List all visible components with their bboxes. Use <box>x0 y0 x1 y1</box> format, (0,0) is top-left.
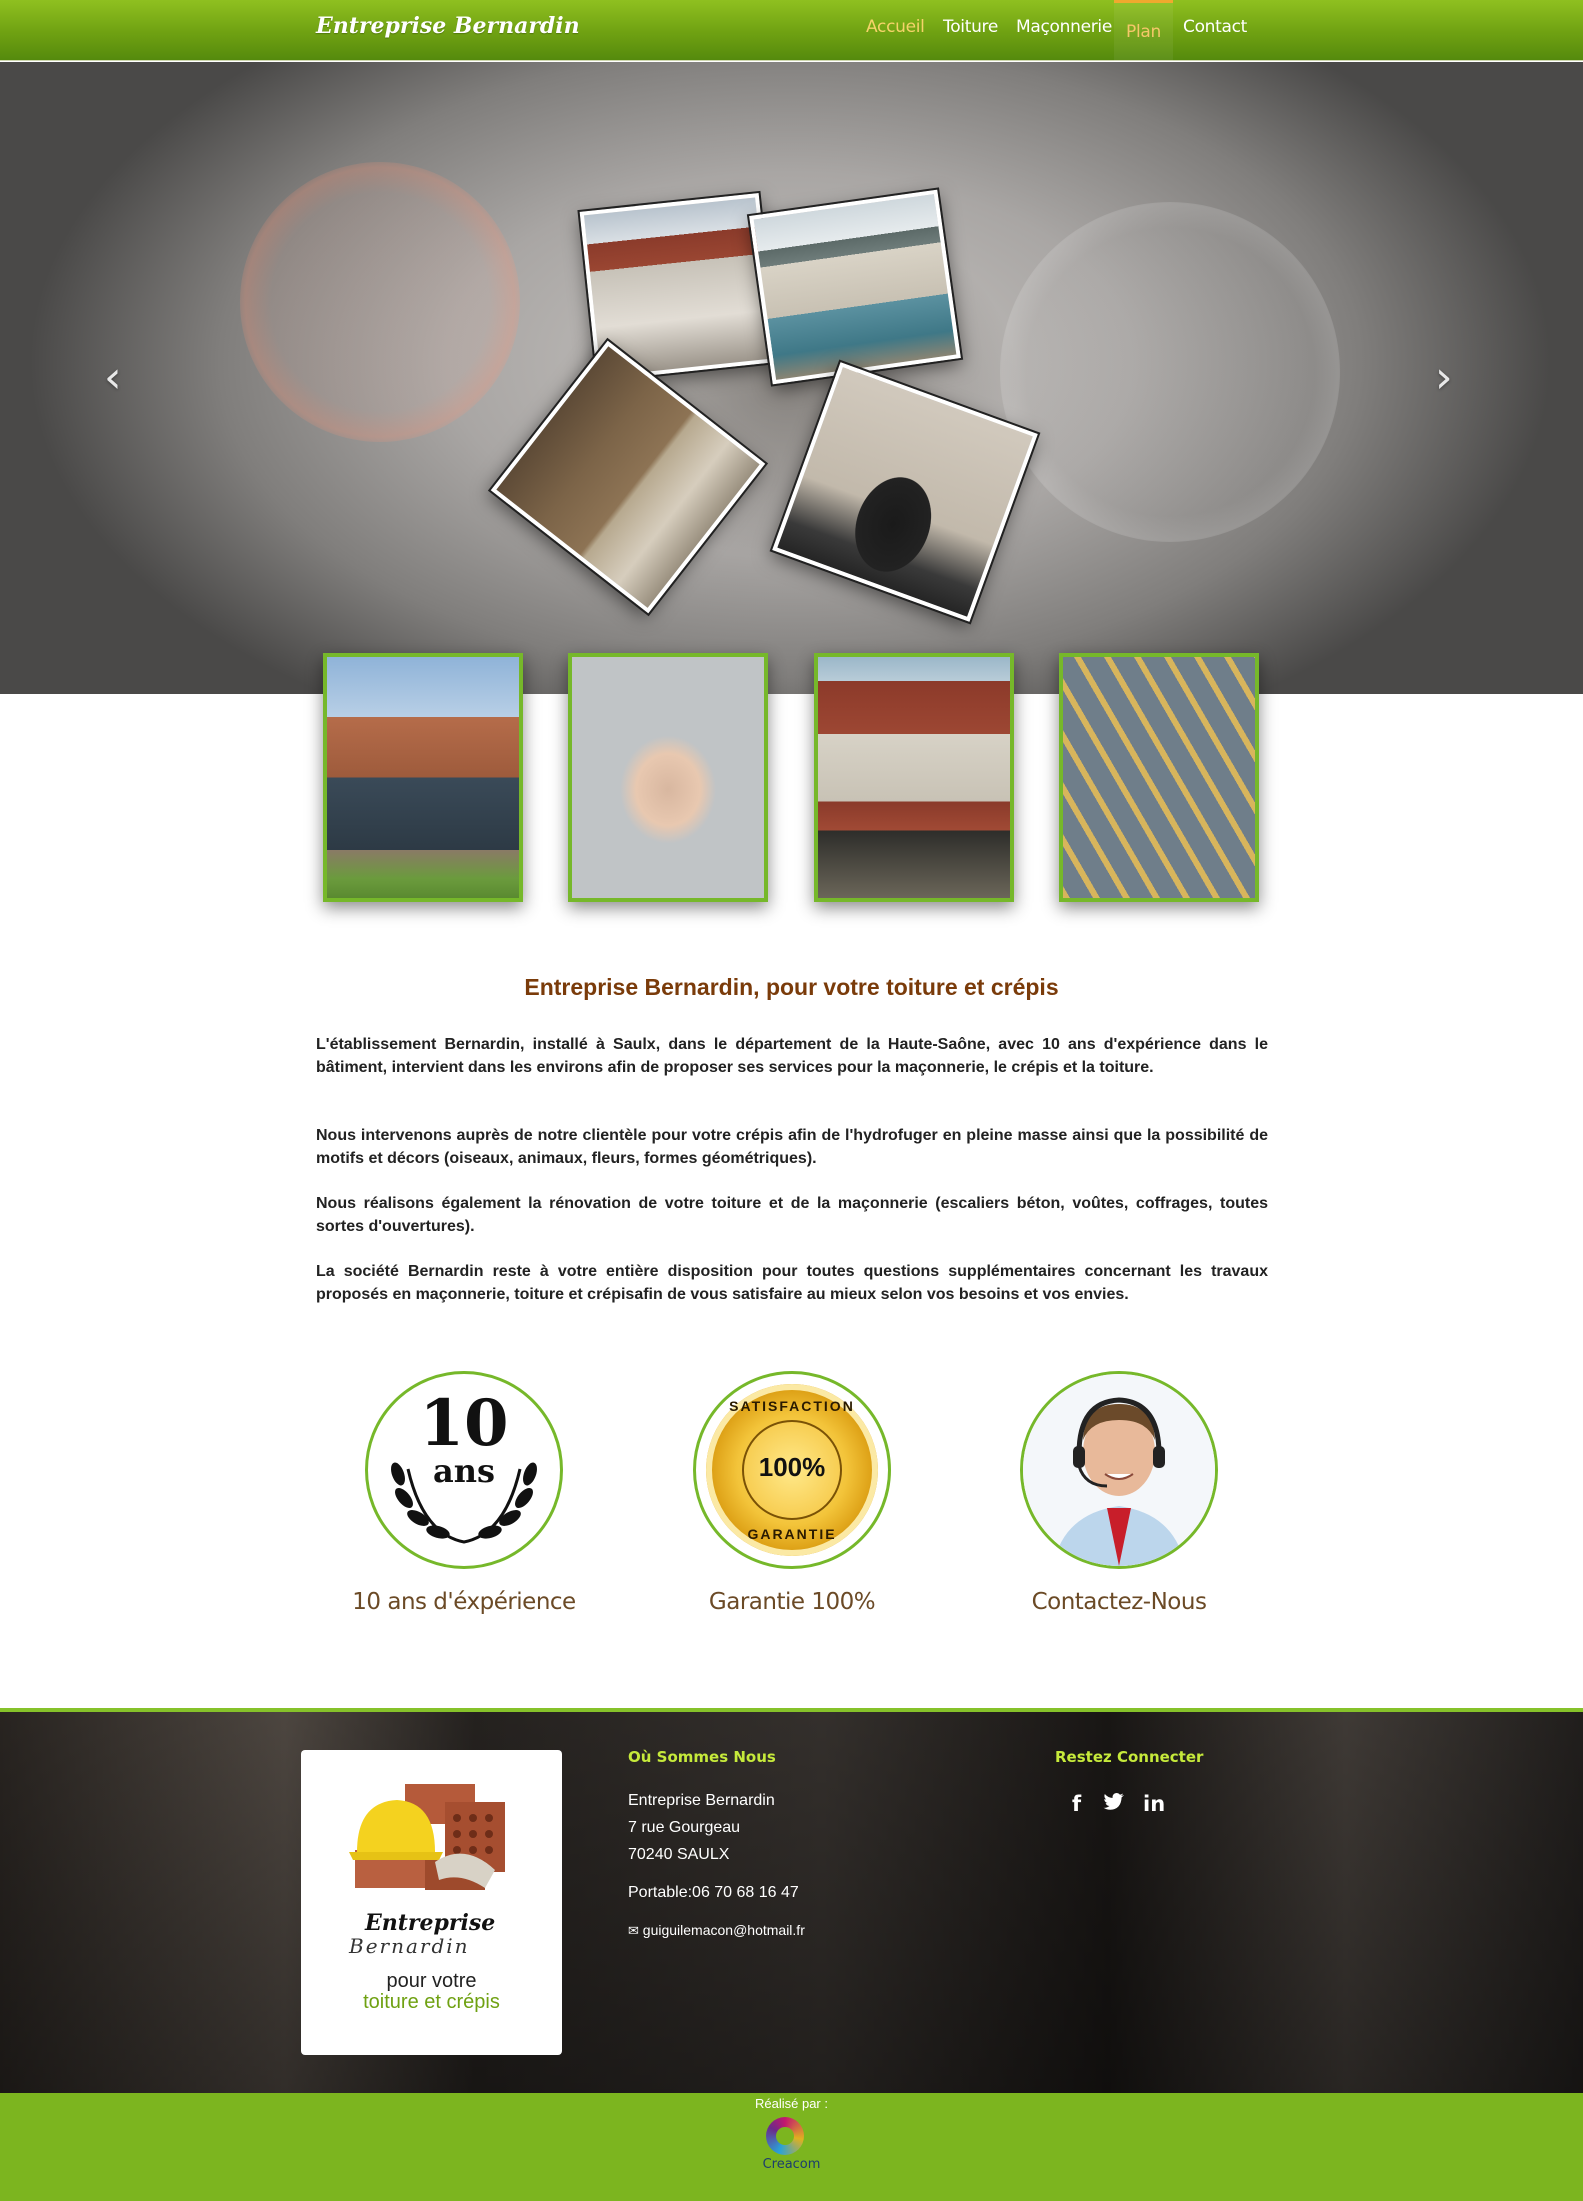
twitter-icon[interactable] <box>1103 1792 1125 1817</box>
creacom-logo-text[interactable]: Creacom <box>0 2157 1583 2172</box>
nav-item-toiture[interactable]: Toiture <box>943 17 998 37</box>
contact-paragraph: La société Bernardin reste à votre entiè… <box>316 1263 1268 1303</box>
contact-person-photo[interactable] <box>1020 1371 1218 1569</box>
creacom-logo-center <box>776 2127 794 2145</box>
intro-paragraph: L'établissement Bernardin, installé à Sa… <box>316 1036 1268 1076</box>
thumbnail-roof-house[interactable] <box>814 653 1014 902</box>
footer-heading-social: Restez Connecter <box>1055 1748 1204 1766</box>
creacom-logo-icon[interactable] <box>766 2117 804 2155</box>
footer-heading-location: Où Sommes Nous <box>628 1748 776 1766</box>
renovation-paragraph: Nous réalisons également la rénovation d… <box>316 1195 1268 1235</box>
footer-email-link[interactable]: ✉ guiguilemacon@hotmail.fr <box>628 1922 805 1939</box>
headset-operator-icon <box>1023 1374 1215 1566</box>
nav-item-accueil[interactable]: Accueil <box>866 17 925 37</box>
thumbnail-roofers-working[interactable] <box>1059 653 1259 902</box>
footer-city: 70240 SAULX <box>628 1846 730 1863</box>
bricks-helmet-gloves-icon <box>349 1784 505 1890</box>
seal-bottom-text: GARANTIE <box>747 1526 837 1542</box>
footer-street: 7 rue Gourgeau <box>628 1819 741 1836</box>
experience-badge: 10 ans <box>365 1371 563 1569</box>
hero-photo-house-doors <box>746 187 964 387</box>
footer-logo: Entreprise Bernardin pour votre toiture … <box>301 1750 562 2055</box>
feature-label-contact[interactable]: Contactez-Nous <box>954 1589 1284 1615</box>
thumbnail-insulation-hands[interactable] <box>568 653 768 902</box>
logo-brand-line1: Entreprise <box>365 1910 496 1936</box>
credit-label: Réalisé par : <box>755 2096 828 2111</box>
nav-item-maconnerie[interactable]: Maçonnerie <box>1016 17 1112 37</box>
feature-label-experience: 10 ans d'éxpérience <box>352 1589 576 1615</box>
seal-center: 100% <box>742 1420 842 1520</box>
logo-tagline-1: pour votre <box>386 1970 477 1992</box>
footer-company-name: Entreprise Bernardin <box>628 1792 775 1809</box>
seal-top-text: SATISFACTION <box>729 1398 855 1414</box>
nav-item-contact[interactable]: Contact <box>1183 17 1247 37</box>
footer-phone: Portable:06 70 68 16 47 <box>628 1884 799 1901</box>
linkedin-icon[interactable]: in <box>1143 1792 1165 1816</box>
lens-flare-decoration <box>1000 202 1340 542</box>
feature-label-guarantee: Garantie 100% <box>708 1589 876 1615</box>
logo-tagline-2: toiture et crépis <box>363 1991 500 2013</box>
chevron-left-icon[interactable]: ‹ <box>104 352 122 403</box>
chevron-right-icon[interactable]: › <box>1435 352 1453 403</box>
top-navbar: Entreprise Bernardin Accueil Toiture Maç… <box>0 0 1583 61</box>
seal-percent: 100% <box>758 1452 826 1482</box>
badge-word: ans <box>432 1452 495 1490</box>
hero-carousel: ‹ › <box>0 62 1583 694</box>
gold-seal-icon: SATISFACTION 100% GARANTIE <box>706 1384 878 1556</box>
thumbnail-modern-house[interactable] <box>323 653 523 902</box>
satisfaction-seal: SATISFACTION 100% GARANTIE <box>693 1371 891 1569</box>
crepis-paragraph: Nous intervenons auprès de notre clientè… <box>316 1127 1268 1167</box>
facebook-icon[interactable]: f <box>1072 1792 1081 1816</box>
brand-logo-link[interactable]: Entreprise Bernardin <box>316 13 580 39</box>
footer-background-overlay <box>0 1712 1583 2093</box>
envelope-icon: ✉ <box>628 1923 639 1938</box>
lens-flare-decoration <box>240 162 520 442</box>
page-title: Entreprise Bernardin, pour votre toiture… <box>524 974 1059 1000</box>
footer-email-text: guiguilemacon@hotmail.fr <box>642 1922 805 1938</box>
nav-item-plan[interactable]: Plan <box>1114 0 1173 61</box>
logo-brand-line2: Bernardin <box>349 1934 470 1958</box>
badge-number: 10 <box>419 1386 509 1461</box>
footer: Entreprise Bernardin pour votre toiture … <box>0 1708 1583 2093</box>
